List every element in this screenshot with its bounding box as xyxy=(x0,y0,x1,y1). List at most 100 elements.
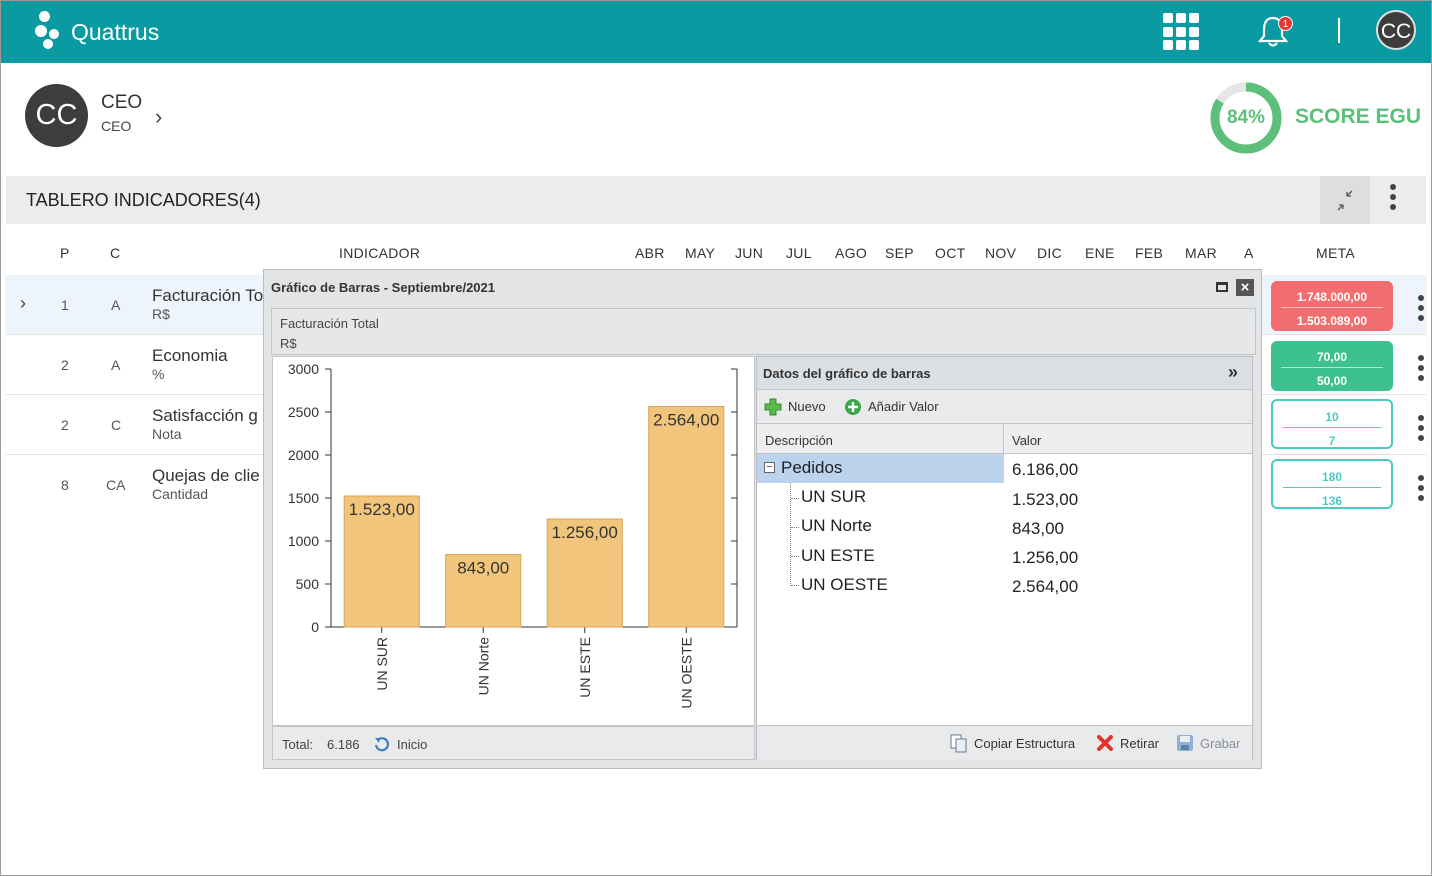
x-tick-label: UN ESTE xyxy=(577,637,593,698)
indicator-name[interactable]: Quejas de clie xyxy=(152,466,260,486)
user-avatar[interactable]: CC xyxy=(1376,10,1416,50)
panel-title: TABLERO INDICADORES(4) xyxy=(26,190,261,210)
chevron-right-icon[interactable]: › xyxy=(155,104,162,130)
x-tick-label: UN Norte xyxy=(475,637,491,696)
bar-value-label: 1.256,00 xyxy=(552,523,618,542)
add-value-button[interactable]: Añadir Valor xyxy=(868,399,939,414)
home-refresh-icon[interactable] xyxy=(373,735,391,753)
tree-branch xyxy=(791,556,799,557)
meta-actual: 7 xyxy=(1328,434,1336,448)
bar-value-label: 1.523,00 xyxy=(349,500,415,519)
collapse-panel-icon[interactable]: » xyxy=(1228,362,1238,383)
bar-value-label: 843,00 xyxy=(457,559,509,578)
meta-badge[interactable]: 70,00 50,00 xyxy=(1271,341,1393,391)
score-label: SCORE EGU xyxy=(1295,105,1422,128)
row-p: 2 xyxy=(61,357,69,373)
total-label: Total: xyxy=(282,737,314,752)
tree-node[interactable]: UN SUR xyxy=(801,487,866,507)
close-icon[interactable]: × xyxy=(1236,279,1254,296)
col-month: FEB xyxy=(1135,245,1164,261)
collapse-button[interactable] xyxy=(1320,176,1370,224)
indicator-unit: R$ xyxy=(152,306,170,322)
brand-name[interactable]: Quattrus xyxy=(71,19,159,46)
meta-divider xyxy=(1281,307,1383,308)
indicator-name[interactable]: Facturación To xyxy=(152,286,263,306)
notification-badge: 1 xyxy=(1278,16,1293,31)
tree-branch xyxy=(791,527,799,528)
tree-node[interactable]: UN OESTE xyxy=(801,575,888,595)
y-tick-label: 2500 xyxy=(288,404,319,420)
y-tick-label: 2000 xyxy=(288,447,319,463)
home-button[interactable]: Inicio xyxy=(397,737,427,752)
indicator-name[interactable]: Satisfacción g xyxy=(152,406,258,426)
expand-chevron-icon[interactable]: › xyxy=(20,293,26,314)
col-meta: META xyxy=(1316,245,1356,261)
tree-node[interactable]: UN Norte xyxy=(801,516,872,536)
data-panel-title: Datos del gráfico de barras xyxy=(763,366,931,381)
meta-badge[interactable]: 10 7 xyxy=(1271,399,1393,449)
remove-x-icon[interactable] xyxy=(1096,734,1114,752)
y-tick-label: 3000 xyxy=(288,361,319,377)
indicator-unit: Cantidad xyxy=(152,486,209,502)
total-value: 6.186 xyxy=(327,737,360,752)
tree-node[interactable]: UN ESTE xyxy=(801,546,875,566)
x-tick-label: UN SUR xyxy=(374,637,390,691)
collapse-icon xyxy=(1337,190,1353,211)
col-month: ENE xyxy=(1085,245,1115,261)
row-c: A xyxy=(111,357,121,373)
meta-target: 180 xyxy=(1321,470,1343,484)
divider xyxy=(1338,18,1340,43)
col-month: MAY xyxy=(685,245,716,261)
collapse-node-icon[interactable]: − xyxy=(764,462,775,473)
tree-value: 1.523,00 xyxy=(1012,490,1079,509)
data-panel-footer: Copiar Estructura Retirar Grabar xyxy=(757,725,1252,760)
col-month: JUN xyxy=(735,245,764,261)
col-month: SEP xyxy=(885,245,914,261)
profile-avatar: CC xyxy=(25,84,88,147)
col-divider xyxy=(1003,424,1004,454)
col-month: A xyxy=(1244,245,1254,261)
copy-icon[interactable] xyxy=(950,734,968,753)
remove-button[interactable]: Retirar xyxy=(1120,736,1159,751)
tree-value: 2.564,00 xyxy=(1012,577,1079,596)
plus-green-icon[interactable] xyxy=(764,398,782,416)
chart-header: Facturación Total R$ xyxy=(271,308,1256,355)
tree-node-root[interactable]: Pedidos xyxy=(781,458,842,478)
col-c: C xyxy=(110,245,121,261)
col-month: JUL xyxy=(786,245,812,261)
copy-structure-button[interactable]: Copiar Estructura xyxy=(974,736,1075,751)
meta-divider xyxy=(1283,487,1381,488)
quattrus-logo-icon[interactable] xyxy=(35,11,65,49)
indicator-name[interactable]: Economia xyxy=(152,346,228,366)
row-menu-icon[interactable] xyxy=(1418,295,1424,325)
row-menu-icon[interactable] xyxy=(1418,415,1424,445)
bar xyxy=(648,405,725,628)
bar-chart: 0 500 1000 1500 2000 2500 3000 UN SUR UN Norte UN… xyxy=(288,361,738,709)
apps-grid-icon[interactable] xyxy=(1163,13,1201,51)
meta-badge[interactable]: 180 136 xyxy=(1271,459,1393,509)
panel-menu-icon[interactable] xyxy=(1390,184,1396,214)
save-button[interactable]: Grabar xyxy=(1200,736,1240,751)
new-button[interactable]: Nuevo xyxy=(788,399,826,414)
y-tick-label: 1500 xyxy=(288,490,319,506)
meta-target: 10 xyxy=(1325,410,1339,424)
maximize-icon[interactable] xyxy=(1216,282,1228,292)
row-menu-icon[interactable] xyxy=(1418,355,1424,385)
meta-badge[interactable]: 1.748.000,00 1.503.089,00 xyxy=(1271,281,1393,331)
save-disk-icon[interactable] xyxy=(1176,734,1194,752)
add-circle-icon[interactable] xyxy=(844,398,862,416)
col-month: DIC xyxy=(1037,245,1063,261)
meta-target: 70,00 xyxy=(1316,350,1348,364)
row-c: C xyxy=(111,417,122,433)
meta-divider xyxy=(1281,367,1383,368)
col-month: AGO xyxy=(835,245,868,261)
data-toolbar: Nuevo Añadir Valor xyxy=(757,390,1252,424)
chart-title: Facturación Total xyxy=(280,316,379,331)
meta-actual: 136 xyxy=(1321,494,1343,508)
tree-value: 1.256,00 xyxy=(1012,548,1079,567)
bar-chart-dialog: Gráfico de Barras - Septiembre/2021 × Fa… xyxy=(263,269,1262,769)
meta-target: 1.748.000,00 xyxy=(1296,290,1368,304)
data-panel-header: Datos del gráfico de barras » xyxy=(757,357,1252,390)
meta-actual: 1.503.089,00 xyxy=(1296,314,1368,328)
row-menu-icon[interactable] xyxy=(1418,475,1424,505)
